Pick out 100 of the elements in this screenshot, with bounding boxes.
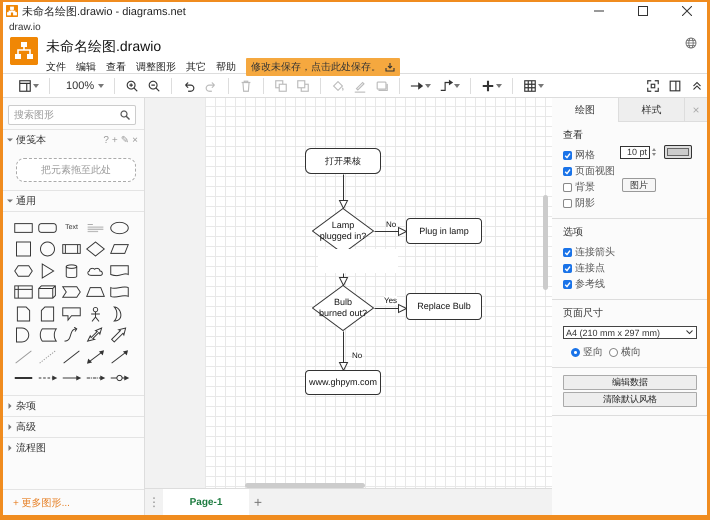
to-front-icon xyxy=(274,78,288,92)
zoom-in-icon xyxy=(125,78,140,92)
save-notice[interactable]: 修改未保存，点击此处保存。 xyxy=(246,58,400,76)
horizontal-scrollbar[interactable] xyxy=(245,483,365,488)
window-title: 未命名绘图.drawio - diagrams.net xyxy=(22,4,187,18)
panel-button[interactable]: 编辑数据 xyxy=(563,375,697,390)
step-shape-icon[interactable] xyxy=(61,284,82,300)
tape-shape-icon[interactable] xyxy=(109,284,130,300)
caret-icon xyxy=(98,84,104,88)
checkbox[interactable] xyxy=(563,166,572,176)
file-name[interactable]: 未命名绘图.drawio xyxy=(46,38,400,56)
decision-node: Bulb burned out? xyxy=(312,285,374,331)
paper-size-select[interactable]: A4 (210 mm x 297 mm) xyxy=(563,326,697,339)
save-notice-text: 修改未保存，点击此处保存。 xyxy=(251,60,381,74)
checkbox-label: 背景 xyxy=(575,180,595,194)
document-shape-icon[interactable] xyxy=(109,262,130,279)
section-header[interactable]: 杂项 xyxy=(3,396,144,416)
menu-item[interactable]: 帮助 xyxy=(216,60,236,74)
add-page-button[interactable]: + xyxy=(249,489,267,515)
circle-shape-icon[interactable] xyxy=(37,241,58,258)
checkbox-label: 连接点 xyxy=(575,262,605,275)
panel-button[interactable]: 清除默认风格 xyxy=(563,392,697,407)
drawio-logo-icon xyxy=(10,37,38,65)
section-header[interactable]: 通用 xyxy=(3,191,144,211)
section-title: 通用 xyxy=(16,194,36,208)
radio-label: 竖向 xyxy=(583,346,603,359)
trash-icon xyxy=(239,78,254,92)
image-button[interactable]: 图片 xyxy=(622,178,656,192)
section-title: 杂项 xyxy=(16,400,36,413)
menu-item[interactable]: 其它 xyxy=(186,60,206,74)
hexagon-shape-icon[interactable] xyxy=(13,262,34,279)
section-title: 高级 xyxy=(16,420,36,434)
callout-shape-icon[interactable] xyxy=(61,306,82,322)
connector-arrow xyxy=(374,304,408,314)
maximize-icon[interactable] xyxy=(638,6,648,16)
menu-item[interactable]: 编辑 xyxy=(76,60,96,74)
process-node: www.ghpym.com xyxy=(305,370,381,395)
edge-label: No xyxy=(386,220,396,229)
layout-icon xyxy=(18,78,32,92)
process-node: Replace Bulb xyxy=(406,293,482,320)
grid-color-swatch[interactable] xyxy=(664,145,692,159)
vertical-scrollbar[interactable] xyxy=(543,195,548,290)
radio-button[interactable] xyxy=(609,348,618,356)
caret-icon xyxy=(33,84,39,88)
section-title: 流程图 xyxy=(16,442,46,455)
table-icon xyxy=(523,78,538,92)
dotted-line-shape-icon[interactable] xyxy=(37,348,58,365)
caret-icon xyxy=(538,84,544,88)
panel-tab[interactable]: 样式 xyxy=(618,98,684,122)
checkbox[interactable] xyxy=(563,182,572,192)
checkbox[interactable] xyxy=(563,280,572,288)
menu-item[interactable]: 调整图形 xyxy=(136,60,176,74)
section-title: 便笺本 xyxy=(16,134,46,147)
checkbox[interactable] xyxy=(563,248,572,256)
ellipse-shape-icon[interactable] xyxy=(109,220,130,236)
caret-icon xyxy=(454,84,460,88)
checkbox-label: 连接箭头 xyxy=(575,246,615,259)
start-node: 打开果核 xyxy=(305,148,381,174)
download-icon xyxy=(385,62,395,72)
close-icon[interactable] xyxy=(682,6,692,16)
edge-label: Yes xyxy=(384,296,398,305)
page-tab[interactable]: Page-1 xyxy=(163,489,249,515)
caret-icon xyxy=(496,84,502,88)
checkbox[interactable] xyxy=(563,198,572,208)
grid-size-field[interactable]: 10 pt xyxy=(620,146,650,158)
section-title: 页面尺寸 xyxy=(563,306,604,320)
globe-icon[interactable] xyxy=(685,37,697,49)
section-header[interactable]: 流程图 xyxy=(3,438,144,458)
chevron-down-icon xyxy=(686,330,693,335)
section-title: 选项 xyxy=(563,226,584,239)
checkbox-label: 参考线 xyxy=(575,278,605,291)
checkbox[interactable] xyxy=(563,150,572,160)
to-back-icon xyxy=(296,78,310,92)
double-arrow-line-shape-icon[interactable] xyxy=(85,348,106,365)
menu-item[interactable]: 查看 xyxy=(106,60,126,74)
section-header[interactable]: 高级 xyxy=(3,417,144,437)
grid-shape-icon[interactable] xyxy=(13,284,34,300)
checkbox[interactable] xyxy=(563,264,572,272)
plus-icon xyxy=(481,78,496,92)
edge-label: No xyxy=(352,351,362,360)
panel-toggle-icon xyxy=(668,78,682,92)
cube-shape-icon[interactable] xyxy=(37,284,58,300)
process-node: Plug in lamp xyxy=(406,218,482,244)
line-shape-icon[interactable] xyxy=(61,348,82,365)
search-icon[interactable] xyxy=(120,110,130,120)
radio-button[interactable] xyxy=(571,348,580,356)
connector-arrow xyxy=(338,331,348,372)
zoom-out-icon xyxy=(147,78,162,92)
fullscreen-icon xyxy=(646,78,660,92)
diamond-shape-icon[interactable] xyxy=(85,241,106,258)
checkbox-label: 阴影 xyxy=(575,197,595,210)
zoom-dropdown[interactable]: 100% xyxy=(57,78,108,94)
app-label: draw.io xyxy=(8,21,42,35)
shadow-icon xyxy=(375,78,390,92)
storage-shape-icon[interactable] xyxy=(37,327,58,344)
caret-icon xyxy=(425,84,432,88)
square-shape-icon[interactable] xyxy=(13,241,34,258)
arrow-line-shape-icon[interactable] xyxy=(109,348,130,365)
search-field[interactable]: 搜索图形 xyxy=(8,105,136,125)
menu-item[interactable]: 文件 xyxy=(46,60,66,74)
